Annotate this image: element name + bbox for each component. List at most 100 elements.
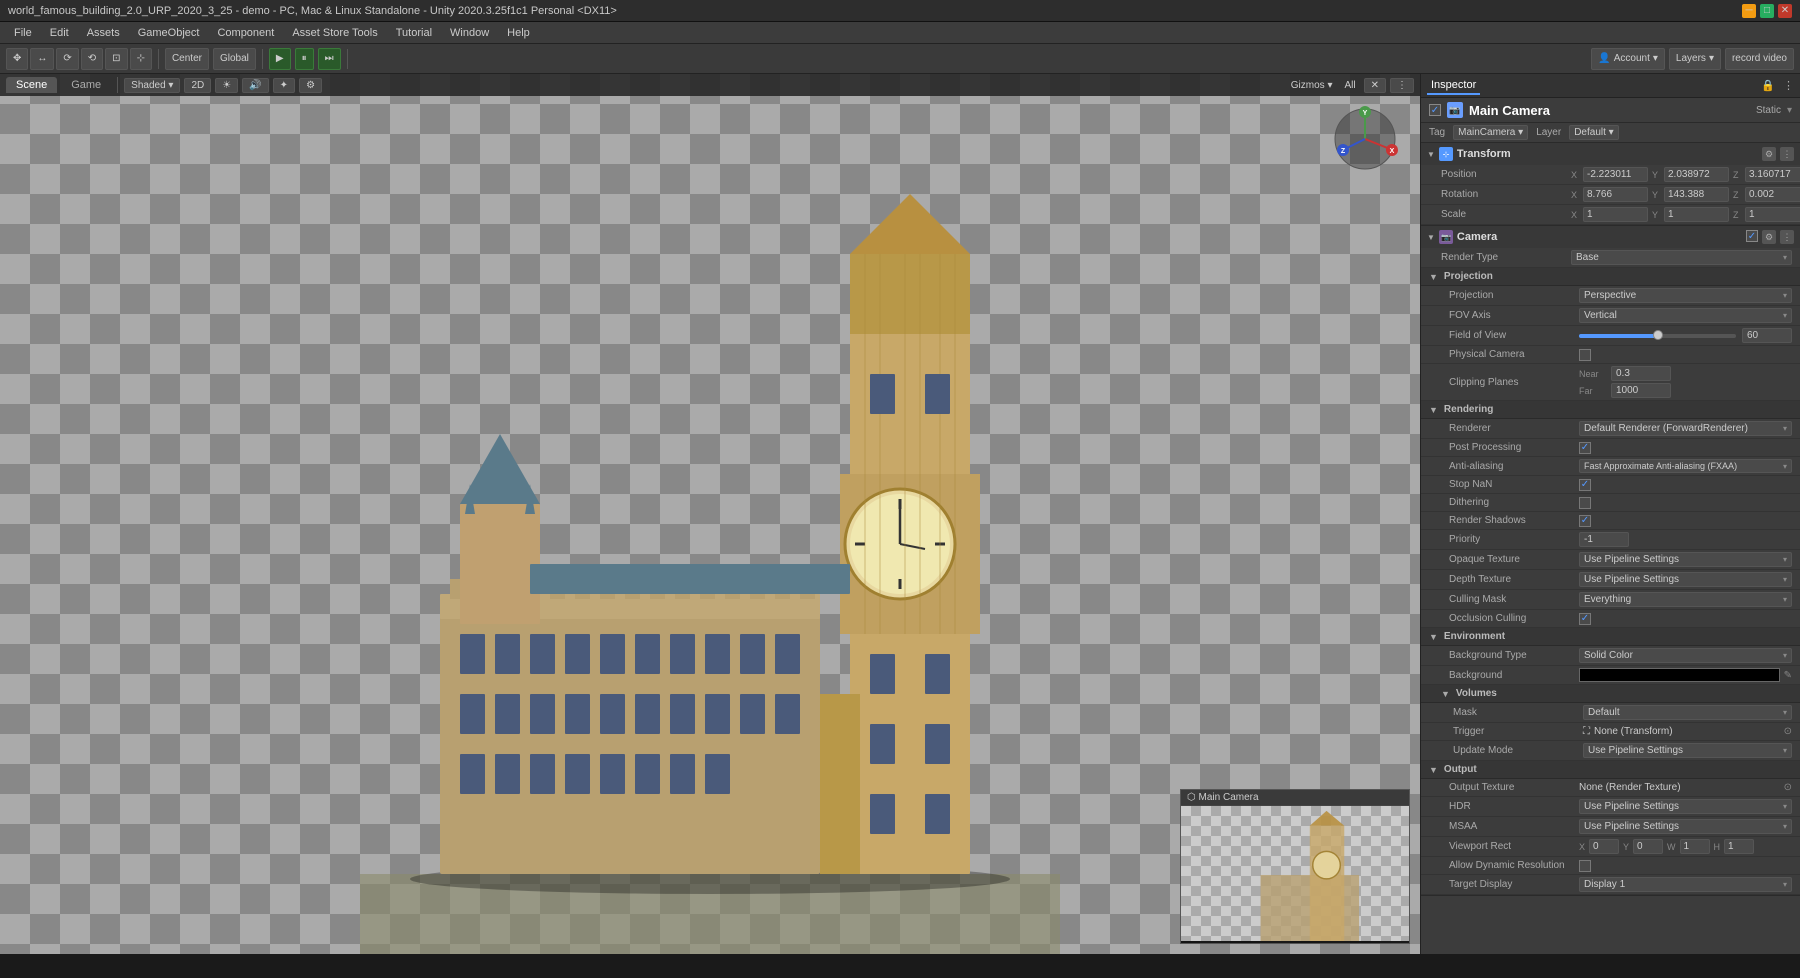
- projection-dropdown[interactable]: Perspective ▾: [1579, 288, 1792, 303]
- scale-y-input[interactable]: [1664, 207, 1729, 222]
- minimize-button[interactable]: ─: [1742, 4, 1756, 18]
- fov-slider-thumb[interactable]: [1653, 330, 1663, 340]
- menu-help[interactable]: Help: [499, 25, 538, 41]
- more-options-button[interactable]: ⋮: [1390, 78, 1414, 93]
- rotation-z-input[interactable]: [1745, 187, 1800, 202]
- record-video-button[interactable]: record video: [1725, 48, 1794, 70]
- lighting-toggle[interactable]: ☀: [215, 78, 238, 93]
- fov-slider-track[interactable]: [1579, 334, 1736, 338]
- inspector-body[interactable]: ▼ ⊹ Transform ⚙ ⋮ Position X: [1421, 143, 1800, 954]
- rotation-x-input[interactable]: [1583, 187, 1648, 202]
- close-button[interactable]: ✕: [1778, 4, 1792, 18]
- tab-game[interactable]: Game: [61, 77, 111, 93]
- background-type-dropdown[interactable]: Solid Color ▾: [1579, 648, 1792, 663]
- update-mode-dropdown[interactable]: Use Pipeline Settings ▾: [1583, 743, 1792, 758]
- close-viewport-button[interactable]: ✕: [1364, 78, 1386, 93]
- nav-toggle[interactable]: ⚙: [299, 78, 322, 93]
- scale-z-input[interactable]: [1745, 207, 1800, 222]
- inspector-lock-button[interactable]: 🔒: [1761, 79, 1775, 92]
- output-section[interactable]: ▼ Output: [1421, 761, 1800, 779]
- post-processing-checkbox[interactable]: ✓: [1579, 442, 1591, 454]
- environment-section[interactable]: ▼ Environment: [1421, 628, 1800, 646]
- maximize-button[interactable]: □: [1760, 4, 1774, 18]
- scale-x-input[interactable]: [1583, 207, 1648, 222]
- layers-button[interactable]: Layers ▾: [1669, 48, 1721, 70]
- transform-more-button[interactable]: ⋮: [1780, 147, 1794, 161]
- projection-section[interactable]: ▼ Projection: [1421, 268, 1800, 286]
- menu-file[interactable]: File: [6, 25, 40, 41]
- inspector-more-button[interactable]: ⋮: [1783, 79, 1794, 92]
- rendering-section[interactable]: ▼ Rendering: [1421, 401, 1800, 419]
- physical-camera-checkbox[interactable]: [1579, 349, 1591, 361]
- render-type-dropdown[interactable]: Base ▾: [1571, 250, 1792, 265]
- stop-nan-checkbox[interactable]: ✓: [1579, 479, 1591, 491]
- hand-tool-button[interactable]: ✥: [6, 48, 28, 70]
- position-x-input[interactable]: [1583, 167, 1648, 182]
- render-shadows-checkbox[interactable]: ✓: [1579, 515, 1591, 527]
- volumes-section[interactable]: ▼ Volumes: [1421, 685, 1800, 703]
- rotate-tool-button[interactable]: ⟳: [56, 48, 78, 70]
- play-button[interactable]: ▶: [269, 48, 291, 70]
- scene-viewport[interactable]: Scene Game Shaded ▾ 2D ☀ 🔊 ✦ ⚙ Gizmos ▾ …: [0, 74, 1420, 954]
- audio-toggle[interactable]: 🔊: [242, 78, 268, 93]
- vp-w-input[interactable]: [1680, 839, 1710, 854]
- trigger-pick-button[interactable]: ⊙: [1784, 726, 1792, 737]
- menu-edit[interactable]: Edit: [42, 25, 77, 41]
- far-input[interactable]: [1611, 383, 1671, 398]
- camera-more-button[interactable]: ⋮: [1780, 230, 1794, 244]
- step-button[interactable]: ⏭: [318, 48, 341, 70]
- rect-tool-button[interactable]: ⊡: [105, 48, 127, 70]
- transform-header[interactable]: ▼ ⊹ Transform ⚙ ⋮: [1421, 143, 1800, 165]
- rotation-y-input[interactable]: [1664, 187, 1729, 202]
- renderer-dropdown[interactable]: Default Renderer (ForwardRenderer) ▾: [1579, 421, 1792, 436]
- transform-tool-button[interactable]: ⊹: [130, 48, 152, 70]
- hdr-dropdown[interactable]: Use Pipeline Settings ▾: [1579, 799, 1792, 814]
- transform-settings-button[interactable]: ⚙: [1762, 147, 1776, 161]
- menu-asset-store-tools[interactable]: Asset Store Tools: [284, 25, 385, 41]
- opaque-texture-dropdown[interactable]: Use Pipeline Settings ▾: [1579, 552, 1792, 567]
- menu-tutorial[interactable]: Tutorial: [388, 25, 440, 41]
- output-texture-pick-button[interactable]: ⊙: [1784, 782, 1792, 793]
- background-color-picker-button[interactable]: ✎: [1784, 670, 1792, 681]
- account-button[interactable]: 👤 Account ▾: [1591, 48, 1665, 70]
- pause-button[interactable]: ⏸: [295, 48, 314, 70]
- camera-settings-button[interactable]: ⚙: [1762, 230, 1776, 244]
- vp-x-input[interactable]: [1589, 839, 1619, 854]
- 2d-toggle[interactable]: 2D: [184, 78, 211, 93]
- gizmos-toggle[interactable]: Gizmos ▾: [1287, 80, 1337, 91]
- position-y-input[interactable]: [1664, 167, 1729, 182]
- menu-assets[interactable]: Assets: [79, 25, 128, 41]
- near-input[interactable]: [1611, 366, 1671, 381]
- allow-dynamic-checkbox[interactable]: [1579, 860, 1591, 872]
- center-button[interactable]: Center: [165, 48, 209, 70]
- effects-toggle[interactable]: ✦: [273, 78, 295, 93]
- dithering-checkbox[interactable]: [1579, 497, 1591, 509]
- tab-inspector[interactable]: Inspector: [1427, 77, 1480, 95]
- camera-active-checkbox[interactable]: ✓: [1746, 230, 1758, 242]
- active-checkbox[interactable]: ✓: [1429, 104, 1441, 116]
- anti-aliasing-dropdown[interactable]: Fast Approximate Anti-aliasing (FXAA) ▾: [1579, 459, 1792, 473]
- position-z-input[interactable]: [1745, 167, 1800, 182]
- menu-gameobject[interactable]: GameObject: [130, 25, 208, 41]
- vp-y-input[interactable]: [1633, 839, 1663, 854]
- culling-mask-dropdown[interactable]: Everything ▾: [1579, 592, 1792, 607]
- background-color-swatch[interactable]: [1579, 668, 1780, 682]
- menu-component[interactable]: Component: [209, 25, 282, 41]
- fov-axis-dropdown[interactable]: Vertical ▾: [1579, 308, 1792, 323]
- target-display-dropdown[interactable]: Display 1 ▾: [1579, 877, 1792, 892]
- tab-scene[interactable]: Scene: [6, 77, 57, 93]
- occlusion-culling-checkbox[interactable]: ✓: [1579, 613, 1591, 625]
- priority-input[interactable]: [1579, 532, 1629, 547]
- layer-dropdown[interactable]: Default ▾: [1569, 125, 1619, 140]
- menu-window[interactable]: Window: [442, 25, 497, 41]
- camera-header[interactable]: ▼ 📷 Camera ✓ ⚙ ⋮: [1421, 226, 1800, 248]
- vp-h-input[interactable]: [1724, 839, 1754, 854]
- global-button[interactable]: Global: [213, 48, 256, 70]
- move-tool-button[interactable]: ↔: [30, 48, 54, 70]
- tag-dropdown[interactable]: MainCamera ▾: [1453, 125, 1528, 140]
- msaa-dropdown[interactable]: Use Pipeline Settings ▾: [1579, 819, 1792, 834]
- depth-texture-dropdown[interactable]: Use Pipeline Settings ▾: [1579, 572, 1792, 587]
- fov-value-input[interactable]: [1742, 328, 1792, 343]
- static-dropdown[interactable]: ▾: [1787, 105, 1792, 116]
- mask-dropdown[interactable]: Default ▾: [1583, 705, 1792, 720]
